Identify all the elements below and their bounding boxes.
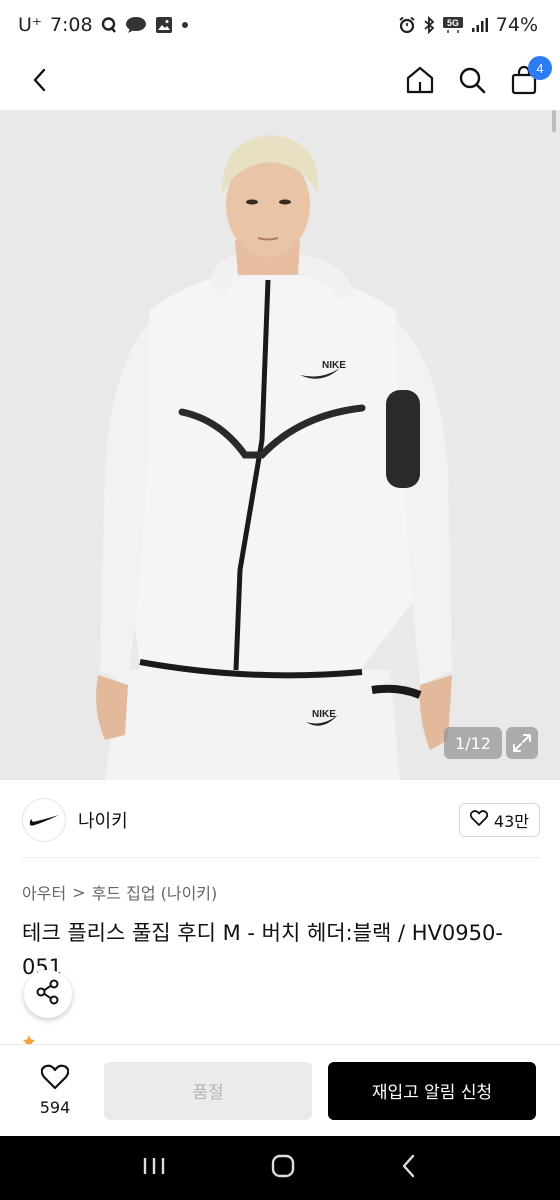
section-divider (22, 857, 540, 858)
search-icon[interactable] (456, 64, 488, 96)
product-photo: NIKE NIKE (0, 110, 560, 780)
breadcrumb: 아우터 > 후드 집업 (나이키) (22, 880, 217, 904)
heart-icon (469, 810, 489, 830)
carrier-label: U⁺ (18, 14, 42, 36)
home-icon[interactable] (404, 64, 436, 96)
status-left: U⁺ 7:08 (18, 14, 189, 36)
shopping-bag-icon[interactable]: 4 (508, 56, 552, 96)
q-icon (101, 16, 117, 34)
restock-alert-button[interactable]: 재입고 알림 신청 (328, 1061, 536, 1120)
share-button[interactable] (24, 970, 72, 1018)
dot-icon (181, 21, 189, 29)
svg-text:NIKE: NIKE (322, 360, 346, 371)
brand-like-button[interactable]: 43만 (458, 803, 540, 837)
product-title: 테크 플리스 풀집 후디 M - 버치 헤더:블랙 / HV0950-051 (22, 921, 503, 979)
image-counter: 1/12 (444, 727, 502, 759)
signal-icon (471, 17, 489, 33)
app-bar-actions: 4 (404, 56, 552, 96)
share-icon (35, 979, 61, 1009)
recent-apps-icon[interactable] (141, 1155, 167, 1181)
brand-name: 나이키 (78, 811, 128, 832)
system-nav-bar (0, 1136, 560, 1200)
back-nav-icon[interactable] (399, 1153, 419, 1183)
breadcrumb-subcategory[interactable]: 후드 집업 (나이키) (92, 880, 218, 904)
svg-text:5G: 5G (447, 18, 459, 28)
home-nav-icon[interactable] (270, 1153, 296, 1183)
status-bar: U⁺ 7:08 5G 74% (0, 0, 560, 50)
scrollbar-thumb[interactable] (552, 110, 556, 132)
bluetooth-icon (423, 16, 435, 34)
brand-link[interactable]: 나이키 (22, 798, 128, 842)
product-detail-screen: U⁺ 7:08 5G 74% 4 NIKE NIKE 1/12 나이키 43만 … (0, 0, 560, 1200)
brand-like-count: 43만 (493, 812, 529, 831)
brand-row: 나이키 43만 (22, 798, 540, 842)
heart-icon (40, 1064, 70, 1094)
wishlist-button[interactable]: 594 (22, 1064, 88, 1117)
svg-text:NIKE: NIKE (312, 709, 336, 720)
product-image-carousel[interactable]: NIKE NIKE 1/12 (0, 110, 560, 780)
status-time: 7:08 (49, 14, 93, 36)
bottom-action-bar: 594 품절 재입고 알림 신청 (0, 1044, 560, 1136)
message-bubble-icon (125, 16, 147, 34)
gallery-icon (155, 16, 173, 34)
battery-percent: 74% (495, 14, 538, 36)
soldout-button[interactable]: 품절 (104, 1061, 312, 1120)
back-arrow-icon[interactable] (24, 64, 56, 96)
status-right: 5G 74% (398, 14, 538, 36)
5g-icon: 5G (442, 16, 464, 34)
wishlist-count: 594 (39, 1098, 71, 1117)
breadcrumb-separator: > (72, 882, 86, 902)
expand-icon[interactable] (506, 727, 538, 759)
nike-swoosh-icon (22, 798, 66, 842)
alarm-icon (398, 16, 416, 34)
cart-count-badge: 4 (528, 56, 552, 80)
breadcrumb-category[interactable]: 아우터 (22, 880, 66, 904)
app-bar: 4 (0, 50, 560, 110)
